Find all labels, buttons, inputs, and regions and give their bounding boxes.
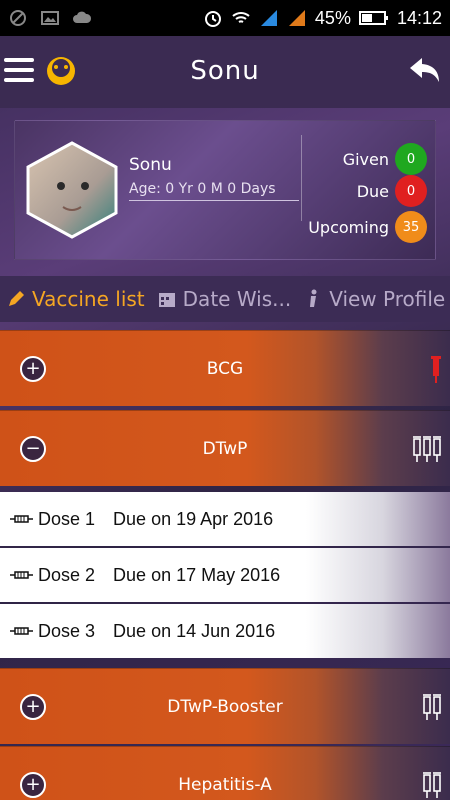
stat-given: Given 0 (343, 143, 427, 175)
divider (301, 135, 302, 221)
syringe-icon (10, 571, 33, 579)
vaccine-group-bcg[interactable]: + BCG (0, 330, 450, 406)
vaccine-name: Hepatitis-A (178, 774, 272, 795)
vaccine-group-hepatitis-a[interactable]: + Hepatitis-A (0, 746, 450, 800)
avatar (26, 141, 118, 239)
battery-icon (358, 11, 388, 25)
stat-upcoming: Upcoming 35 (308, 211, 427, 243)
single-syringe-icon (431, 355, 441, 383)
back-icon[interactable] (406, 54, 442, 86)
wifi-icon (232, 12, 250, 23)
tab-vaccine-list[interactable]: Vaccine list (0, 287, 151, 311)
upcoming-count-badge: 35 (395, 211, 427, 243)
vaccine-name: DTwP-Booster (167, 696, 283, 717)
alarm-icon (204, 11, 221, 27)
tab-bar: Vaccine list Date Wis... View Profile (0, 276, 450, 322)
vaccine-name: DTwP (202, 438, 248, 459)
vaccine-group-dtwp[interactable]: − DTwP (0, 410, 450, 486)
syringe-icon (10, 515, 33, 523)
dose-due-date: Due on 14 Jun 2016 (113, 620, 276, 641)
blocked-icon (10, 10, 26, 26)
clock: 14:12 (396, 7, 442, 28)
vaccine-group-dtwp-booster[interactable]: + DTwP-Booster (0, 668, 450, 744)
cloud-icon (73, 11, 92, 23)
due-count-badge: 0 (395, 175, 427, 207)
image-icon (41, 11, 59, 25)
dose-due-date: Due on 17 May 2016 (113, 564, 281, 585)
info-icon (310, 289, 317, 307)
app-bar: Sonu (0, 36, 450, 108)
tab-date-wise[interactable]: Date Wis... (151, 287, 298, 311)
dose-row[interactable]: Dose 2 Due on 17 May 2016 (0, 548, 450, 602)
child-name: Sonu (129, 155, 172, 175)
pencil-icon (9, 291, 24, 306)
dose-label: Dose 1 (38, 508, 96, 529)
dose-label: Dose 3 (38, 620, 96, 641)
dose-row[interactable]: Dose 3 Due on 14 Jun 2016 (0, 604, 450, 658)
signal-icon-2 (288, 10, 305, 26)
double-syringe-icon (423, 693, 441, 720)
triple-syringe-icon (413, 435, 441, 462)
stat-due: Due 0 (357, 175, 427, 207)
child-age: Age: 0 Yr 0 M 0 Days (129, 181, 299, 201)
vaccine-name: BCG (206, 358, 244, 379)
tab-view-profile[interactable]: View Profile (297, 287, 450, 311)
tab-label: View Profile (329, 287, 446, 311)
status-bar: 45% 14:12 (0, 0, 450, 36)
given-count-badge: 0 (395, 143, 427, 175)
page-title: Sonu (190, 56, 260, 86)
calendar-icon (158, 293, 175, 307)
dose-label: Dose 2 (38, 564, 96, 585)
dose-row[interactable]: Dose 1 Due on 19 Apr 2016 (0, 492, 450, 546)
battery-percent: 45% (314, 7, 351, 28)
tab-label: Vaccine list (32, 287, 145, 311)
tab-label: Date Wis... (182, 287, 292, 311)
stat-label: Given (342, 149, 389, 169)
dose-due-date: Due on 19 Apr 2016 (113, 508, 274, 529)
stat-label: Upcoming (308, 217, 389, 237)
profile-card: Sonu Age: 0 Yr 0 M 0 Days Given 0 Due 0 … (14, 120, 436, 260)
signal-icon (260, 10, 277, 26)
stat-label: Due (356, 181, 389, 201)
double-syringe-icon (423, 771, 441, 798)
syringe-icon (10, 627, 33, 635)
